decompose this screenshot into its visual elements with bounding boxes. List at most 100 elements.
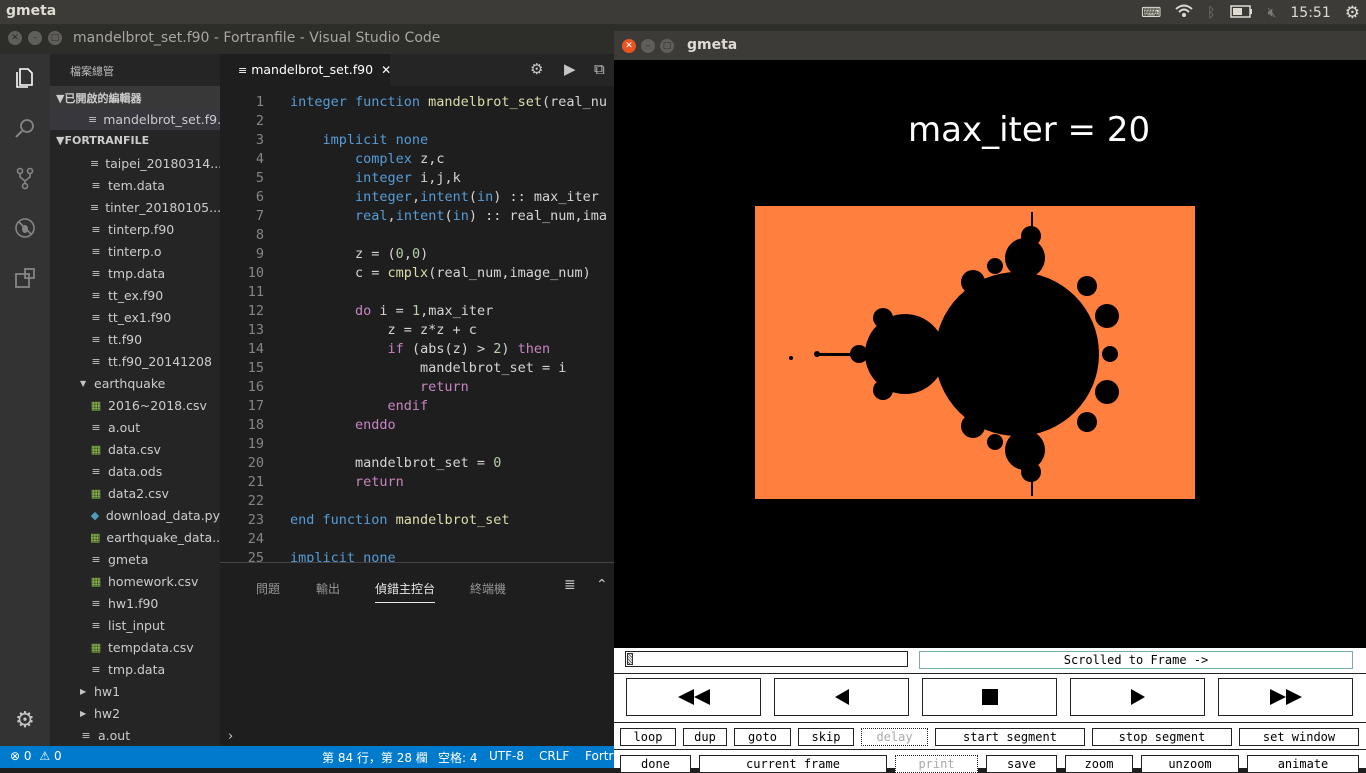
zoom-button[interactable]: zoom [1065,755,1133,773]
file-item[interactable]: ≡ data.ods [50,460,220,482]
file-item[interactable]: ▦ data2.csv [50,482,220,504]
clock[interactable]: 15:51 [1290,5,1330,21]
dup-button[interactable]: dup [683,728,727,746]
file-item[interactable]: ≡ list_input [50,614,220,636]
minimize-window-button[interactable]: – [641,39,655,53]
code-editor[interactable]: 1 integer function mandelbrot_set(real_nu… [220,86,614,562]
code-line[interactable]: return [290,379,469,395]
tab-debug-console[interactable]: 偵錯主控台 [375,580,436,603]
goto-button[interactable]: goto [734,728,791,746]
open-editor-item[interactable]: ≡ mandelbrot_set.f9... [50,108,220,130]
delay-button[interactable]: delay [861,728,928,746]
code-line[interactable]: return [290,474,404,490]
code-line[interactable]: mandelbrot_set = 0 [290,455,501,471]
file-item[interactable]: ▦ data.csv [50,438,220,460]
code-line[interactable]: c = cmplx(real_num,image_num) [290,265,591,281]
explorer-icon[interactable] [0,58,50,98]
minimize-window-button[interactable]: – [28,31,42,45]
file-item[interactable]: ▦ tempdata.csv [50,636,220,658]
play-button[interactable] [1070,678,1205,716]
settings-gear-icon[interactable]: ⚙ [530,60,543,78]
run-icon[interactable]: ▶ [564,60,576,78]
stop-segment-button[interactable]: stop segment [1092,728,1232,746]
open-editors-section[interactable]: ▼已開啟的編輯器 [50,86,220,108]
code-line[interactable]: if (abs(z) > 2) then [290,341,551,357]
problems-count[interactable]: ⊗ 0 ⚠ 0 [10,749,62,763]
start-segment-button[interactable]: start segment [935,728,1085,746]
file-item[interactable]: ≡ tmp.data [50,262,220,284]
code-line[interactable]: implicit none [290,132,429,148]
set-window-button[interactable]: set window [1239,728,1359,746]
file-item[interactable]: ≡ a.out [50,416,220,438]
extensions-icon[interactable] [0,258,50,298]
rewind-button[interactable] [626,678,761,716]
tab-output[interactable]: 輸出 [316,580,340,597]
close-tab-icon[interactable]: ✕ [381,63,391,77]
file-item[interactable]: ≡ tt.f90 [50,328,220,350]
animate-button[interactable]: animate [1247,755,1359,773]
close-window-button[interactable]: ✕ [622,39,636,53]
code-line[interactable]: endif [290,398,429,414]
open-preview-icon[interactable]: ⧉ [594,60,605,78]
code-line[interactable]: complex z,c [290,151,444,167]
cursor-position[interactable]: 第 84 行，第 28 欄 [322,749,428,766]
file-item[interactable]: ◆ download_data.py [50,504,220,526]
maximize-window-button[interactable]: □ [48,31,62,45]
step-back-button[interactable] [774,678,909,716]
debug-icon[interactable] [0,208,50,248]
current-frame-button[interactable]: current frame [699,755,887,773]
keyboard-icon[interactable]: ⌨ [1141,5,1161,21]
tab-problems[interactable]: 問題 [256,580,280,597]
folder-item[interactable]: ▶ hw1 [50,680,220,702]
file-item[interactable]: ≡ tt_ex.f90 [50,284,220,306]
code-line[interactable]: end function mandelbrot_set [290,512,509,528]
file-item[interactable]: ▦ homework.csv [50,570,220,592]
settings-gear-icon[interactable]: ⚙ [1345,3,1360,23]
code-line[interactable]: implicit none [290,550,396,562]
loop-button[interactable]: loop [620,728,676,746]
file-item[interactable]: ≡ tem.data [50,174,220,196]
save-button[interactable]: save [986,755,1057,773]
file-item[interactable]: ≡ tinterp.o [50,240,220,262]
search-icon[interactable] [0,108,50,148]
code-line[interactable]: z = z*z + c [290,322,477,338]
folder-item[interactable]: ▼ earthquake [50,372,220,394]
frame-scrollbar[interactable] [625,651,908,667]
code-line[interactable]: integer,intent(in) :: max_iter [290,189,599,205]
file-item[interactable]: ≡ taipei_20180314... [50,152,220,174]
file-item[interactable]: ≡ tinter_20180105.... [50,196,220,218]
close-window-button[interactable]: ✕ [8,31,22,45]
file-item[interactable]: ▦ earthquake_data... [50,526,220,548]
folder-item[interactable]: ▶ hw2 [50,702,220,724]
code-line[interactable]: do i = 1,max_iter [290,303,493,319]
unzoom-button[interactable]: unzoom [1141,755,1239,773]
console-prompt[interactable]: › [228,729,233,744]
file-item[interactable]: ≡ tt_ex1.f90 [50,306,220,328]
wifi-icon[interactable] [1175,4,1193,22]
fast-forward-button[interactable] [1218,678,1353,716]
chevron-up-icon[interactable]: ⌃ [596,577,608,593]
code-line[interactable]: mandelbrot_set = i [290,360,566,376]
tab-terminal[interactable]: 終端機 [470,580,506,597]
code-line[interactable]: integer i,j,k [290,170,461,186]
manage-gear-icon[interactable]: ⚙ [0,700,50,740]
file-item[interactable]: ≡ tmp.data [50,658,220,680]
line-ending[interactable]: CRLF [539,749,569,763]
code-line[interactable]: z = (0,0) [290,246,428,262]
done-button[interactable]: done [620,755,691,773]
file-item[interactable]: ≡ gmeta [50,548,220,570]
bluetooth-icon[interactable]: ᛒ [1207,5,1215,21]
code-line[interactable]: integer function mandelbrot_set(real_nu [290,94,607,110]
file-item[interactable]: ≡ a.out [50,724,220,746]
code-line[interactable]: enddo [290,417,396,433]
file-item[interactable]: ≡ tinterp.f90 [50,218,220,240]
scrollbar-thumb[interactable] [627,653,633,665]
stop-button[interactable] [922,678,1057,716]
file-item[interactable]: ▦ 2016~2018.csv [50,394,220,416]
battery-icon[interactable] [1229,4,1254,22]
project-section[interactable]: ▼FORTRANFILE [50,130,220,152]
source-control-icon[interactable] [0,158,50,198]
indentation[interactable]: 空格: 4 [438,749,478,766]
clear-console-icon[interactable]: ≣ [564,577,576,593]
code-line[interactable]: real,intent(in) :: real_num,ima [290,208,607,224]
